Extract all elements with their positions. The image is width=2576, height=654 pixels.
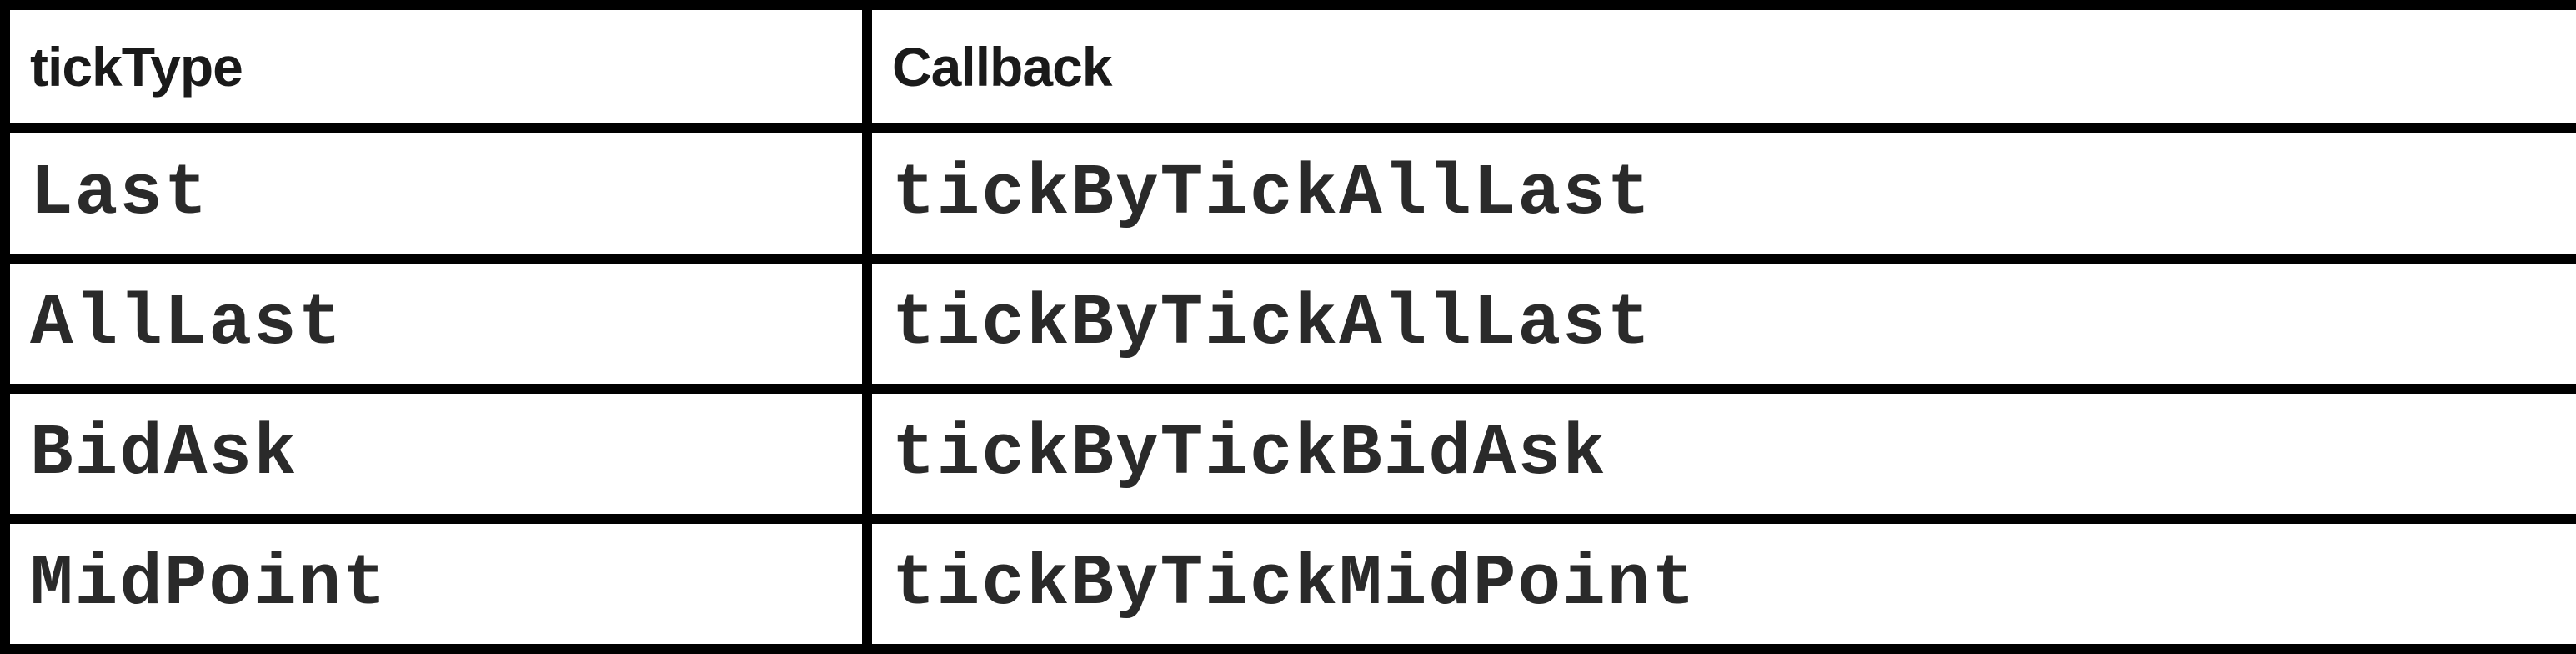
callback-cell: tickByTickAllLast [862,123,2576,264]
ticktype-callback-table-container: tickType Callback Last tickByTickAllLast… [0,0,2576,654]
table-header-row: tickType Callback [0,0,2576,133]
table-row: MidPoint tickByTickMidPoint [0,514,2576,654]
callback-cell: tickByTickMidPoint [862,514,2576,654]
ticktype-cell: Last [0,123,872,264]
ticktype-cell: MidPoint [0,514,872,654]
header-callback: Callback [862,0,2576,133]
header-ticktype: tickType [0,0,872,133]
table-row: BidAsk tickByTickBidAsk [0,384,2576,524]
table-row: AllLast tickByTickAllLast [0,254,2576,394]
callback-cell: tickByTickAllLast [862,254,2576,394]
callback-cell: tickByTickBidAsk [862,384,2576,524]
ticktype-cell: AllLast [0,254,872,394]
ticktype-callback-table: tickType Callback Last tickByTickAllLast… [0,0,2576,654]
ticktype-cell: BidAsk [0,384,872,524]
table-row: Last tickByTickAllLast [0,123,2576,264]
